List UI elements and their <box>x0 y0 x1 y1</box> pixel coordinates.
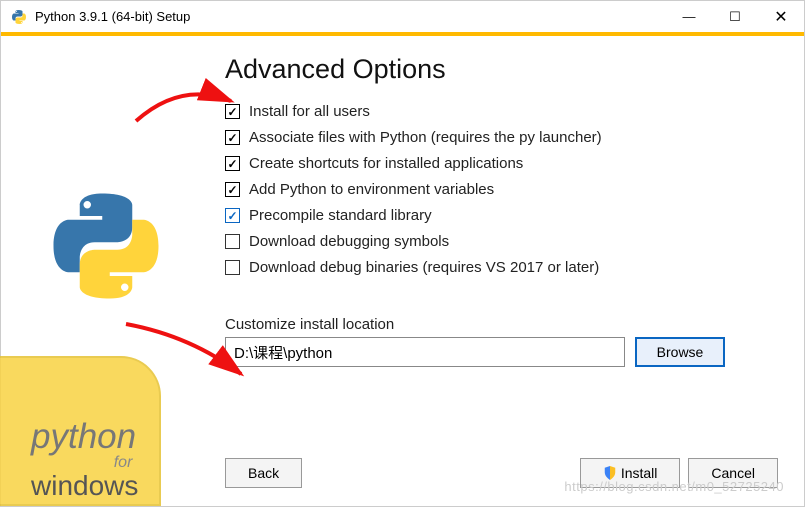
option-checkbox[interactable] <box>225 260 240 275</box>
shield-icon <box>603 466 617 480</box>
python-icon <box>11 9 27 25</box>
option-row: Create shortcuts for installed applicati… <box>225 155 778 172</box>
option-checkbox[interactable] <box>225 130 240 145</box>
tagline-windows: windows <box>31 472 138 500</box>
watermark: https://blog.csdn.net/m0_52725240 <box>564 479 784 494</box>
option-checkbox[interactable] <box>225 208 240 223</box>
close-button[interactable]: ✕ <box>758 1 804 33</box>
tagline: python for windows <box>31 419 138 500</box>
install-location-input[interactable] <box>225 337 625 367</box>
location-row: Browse <box>225 337 778 367</box>
back-button[interactable]: Back <box>225 458 302 488</box>
titlebar: Python 3.9.1 (64-bit) Setup — ☐ ✕ <box>1 1 804 33</box>
maximize-button[interactable]: ☐ <box>712 1 758 33</box>
browse-button[interactable]: Browse <box>635 337 725 367</box>
option-checkbox[interactable] <box>225 182 240 197</box>
side-panel: python for windows <box>1 36 211 506</box>
option-label: Create shortcuts for installed applicati… <box>249 155 523 172</box>
tagline-python: python <box>31 419 138 454</box>
option-checkbox[interactable] <box>225 104 240 119</box>
option-label: Precompile standard library <box>249 207 432 224</box>
location-label: Customize install location <box>225 316 778 333</box>
option-label: Download debugging symbols <box>249 233 449 250</box>
option-row: Download debug binaries (requires VS 201… <box>225 259 778 276</box>
page-heading: Advanced Options <box>225 54 778 85</box>
option-label: Add Python to environment variables <box>249 181 494 198</box>
option-label: Associate files with Python (requires th… <box>249 129 602 146</box>
option-row: Associate files with Python (requires th… <box>225 129 778 146</box>
option-label: Download debug binaries (requires VS 201… <box>249 259 599 276</box>
option-label: Install for all users <box>249 103 370 120</box>
content-panel: Advanced Options Install for all users As… <box>211 36 804 506</box>
main-area: python for windows Advanced Options Inst… <box>1 36 804 506</box>
minimize-button[interactable]: — <box>666 1 712 33</box>
option-row: Precompile standard library <box>225 207 778 224</box>
option-row: Add Python to environment variables <box>225 181 778 198</box>
option-row: Install for all users <box>225 103 778 120</box>
option-checkbox[interactable] <box>225 234 240 249</box>
window-title: Python 3.9.1 (64-bit) Setup <box>35 9 666 24</box>
option-checkbox[interactable] <box>225 156 240 171</box>
python-logo-large <box>46 186 166 306</box>
options-list: Install for all users Associate files wit… <box>225 103 778 276</box>
option-row: Download debugging symbols <box>225 233 778 250</box>
